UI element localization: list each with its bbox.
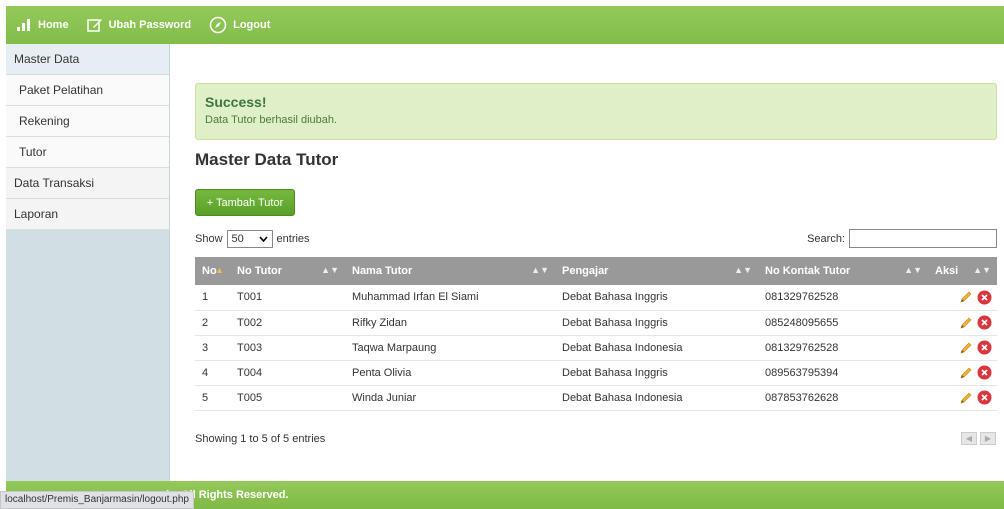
- show-label: Show: [195, 233, 223, 245]
- page-title: Master Data Tutor: [195, 150, 339, 169]
- entries-control: Show 50 entries: [195, 230, 310, 248]
- chevron-down-icon: [258, 236, 268, 242]
- prev-page-button[interactable]: ◀: [961, 432, 977, 445]
- nav-ubah-password-label: Ubah Password: [108, 19, 192, 31]
- alert-text: Data Tutor berhasil diubah.: [205, 114, 338, 126]
- pencil-icon[interactable]: [959, 341, 973, 355]
- sort-asc-icon: ▲: [215, 265, 224, 275]
- success-alert: Success! Data Tutor berhasil diubah.: [195, 83, 997, 140]
- next-page-button[interactable]: ▶: [980, 432, 996, 445]
- cell-pengajar: Debat Bahasa Inggris: [555, 310, 758, 336]
- search-control: Search:: [807, 229, 997, 248]
- cell-pengajar: Debat Bahasa Indonesia: [555, 335, 758, 361]
- add-tutor-button[interactable]: + Tambah Tutor: [195, 189, 295, 216]
- table-row: 5 T005 Winda Juniar Debat Bahasa Indonesia 0…: [195, 385, 997, 411]
- header-aksi[interactable]: Aksi ▲▼: [928, 257, 997, 285]
- cell-no-kontak: 089563795394: [758, 360, 928, 386]
- sidebar-master-data[interactable]: Master Data: [6, 44, 169, 75]
- cell-aksi: [928, 310, 997, 336]
- cell-no: 2: [195, 310, 230, 336]
- tutor-table: No ▲ No Tutor ▲▼ Nama Tutor ▲▼ Pengajar ▲▼ N…: [195, 257, 997, 411]
- compass-icon: [209, 16, 227, 34]
- browser-status-bar: localhost/Premis_Banjarmasin/logout.php: [0, 491, 194, 509]
- pencil-icon[interactable]: [959, 366, 973, 380]
- sidebar-item-paket-pelatihan[interactable]: Paket Pelatihan: [6, 75, 169, 106]
- pencil-icon[interactable]: [959, 316, 973, 330]
- sidebar-item-tutor[interactable]: Tutor: [6, 137, 169, 168]
- cell-no-tutor: T005: [230, 385, 345, 411]
- cell-no-kontak: 085248095655: [758, 310, 928, 336]
- cell-pengajar: Debat Bahasa Inggris: [555, 360, 758, 386]
- header-nama-tutor[interactable]: Nama Tutor ▲▼: [345, 257, 555, 285]
- cell-aksi: [928, 385, 997, 411]
- delete-icon[interactable]: [977, 365, 992, 380]
- entries-select[interactable]: 50: [226, 230, 273, 248]
- top-navbar: Home Ubah Password Logout: [6, 6, 1004, 44]
- cell-no-tutor: T002: [230, 310, 345, 336]
- table-body: 1 T001 Muhammad Irfan El Siami Debat Bahasa…: [195, 285, 997, 411]
- sidebar: Master Data Paket Pelatihan Rekening Tut…: [6, 44, 170, 481]
- cell-nama-tutor: Taqwa Marpaung: [345, 335, 555, 361]
- sort-icon: ▲▼: [734, 265, 752, 275]
- pencil-icon[interactable]: [959, 391, 973, 405]
- cell-pengajar: Debat Bahasa Indonesia: [555, 385, 758, 411]
- nav-logout[interactable]: Logout: [209, 16, 270, 34]
- sort-icon: ▲▼: [973, 265, 991, 275]
- header-no[interactable]: No ▲: [195, 257, 230, 285]
- cell-nama-tutor: Rifky Zidan: [345, 310, 555, 336]
- alert-title: Success!: [205, 94, 267, 110]
- table-row: 1 T001 Muhammad Irfan El Siami Debat Bahasa…: [195, 285, 997, 311]
- table-row: 2 T002 Rifky Zidan Debat Bahasa Inggris 0852…: [195, 310, 997, 336]
- pencil-icon[interactable]: [959, 290, 973, 304]
- cell-no: 4: [195, 360, 230, 386]
- header-no-kontak[interactable]: No Kontak Tutor ▲▼: [758, 257, 928, 285]
- bar-chart-icon: [17, 19, 30, 31]
- cell-nama-tutor: Penta Olivia: [345, 360, 555, 386]
- cell-aksi: [928, 285, 997, 311]
- edit-icon: [86, 19, 102, 32]
- header-pengajar[interactable]: Pengajar ▲▼: [555, 257, 758, 285]
- cell-aksi: [928, 360, 997, 386]
- cell-nama-tutor: Winda Juniar: [345, 385, 555, 411]
- cell-no: 5: [195, 385, 230, 411]
- sidebar-laporan[interactable]: Laporan: [6, 199, 169, 230]
- cell-nama-tutor: Muhammad Irfan El Siami: [345, 285, 555, 311]
- cell-no: 1: [195, 285, 230, 311]
- cell-no-tutor: T004: [230, 360, 345, 386]
- sort-icon: ▲▼: [531, 265, 549, 275]
- nav-home-label: Home: [38, 19, 69, 31]
- cell-no-kontak: 081329762528: [758, 335, 928, 361]
- sort-icon: ▲▼: [904, 265, 922, 275]
- sidebar-item-rekening[interactable]: Rekening: [6, 106, 169, 137]
- delete-icon[interactable]: [977, 315, 992, 330]
- entries-label: entries: [276, 233, 310, 245]
- cell-no: 3: [195, 335, 230, 361]
- cell-no-tutor: T001: [230, 285, 345, 311]
- delete-icon[interactable]: [977, 390, 992, 405]
- cell-no-kontak: 081329762528: [758, 285, 928, 311]
- nav-home[interactable]: Home: [16, 19, 69, 31]
- cell-no-kontak: 087853762628: [758, 385, 928, 411]
- sidebar-data-transaksi[interactable]: Data Transaksi: [6, 168, 169, 199]
- search-input[interactable]: [849, 229, 997, 248]
- entries-select-value: 50: [231, 233, 244, 245]
- delete-icon[interactable]: [977, 340, 992, 355]
- delete-icon[interactable]: [977, 290, 992, 305]
- pagination: ◀ ▶: [961, 432, 996, 445]
- nav-logout-label: Logout: [233, 19, 271, 31]
- sort-icon: ▲▼: [321, 265, 339, 275]
- cell-pengajar: Debat Bahasa Inggris: [555, 285, 758, 311]
- header-no-tutor[interactable]: No Tutor ▲▼: [230, 257, 345, 285]
- cell-aksi: [928, 335, 997, 361]
- table-header-row: No ▲ No Tutor ▲▼ Nama Tutor ▲▼ Pengajar ▲▼ N…: [195, 257, 997, 285]
- nav-ubah-password[interactable]: Ubah Password: [86, 18, 192, 32]
- table-row: 3 T003 Taqwa Marpaung Debat Bahasa Indonesi…: [195, 335, 997, 361]
- table-info: Showing 1 to 5 of 5 entries: [195, 433, 326, 445]
- search-label: Search:: [807, 232, 845, 245]
- main-content: Success! Data Tutor berhasil diubah. Mas…: [170, 44, 1004, 481]
- cell-no-tutor: T003: [230, 335, 345, 361]
- table-row: 4 T004 Penta Olivia Debat Bahasa Inggris 089…: [195, 360, 997, 386]
